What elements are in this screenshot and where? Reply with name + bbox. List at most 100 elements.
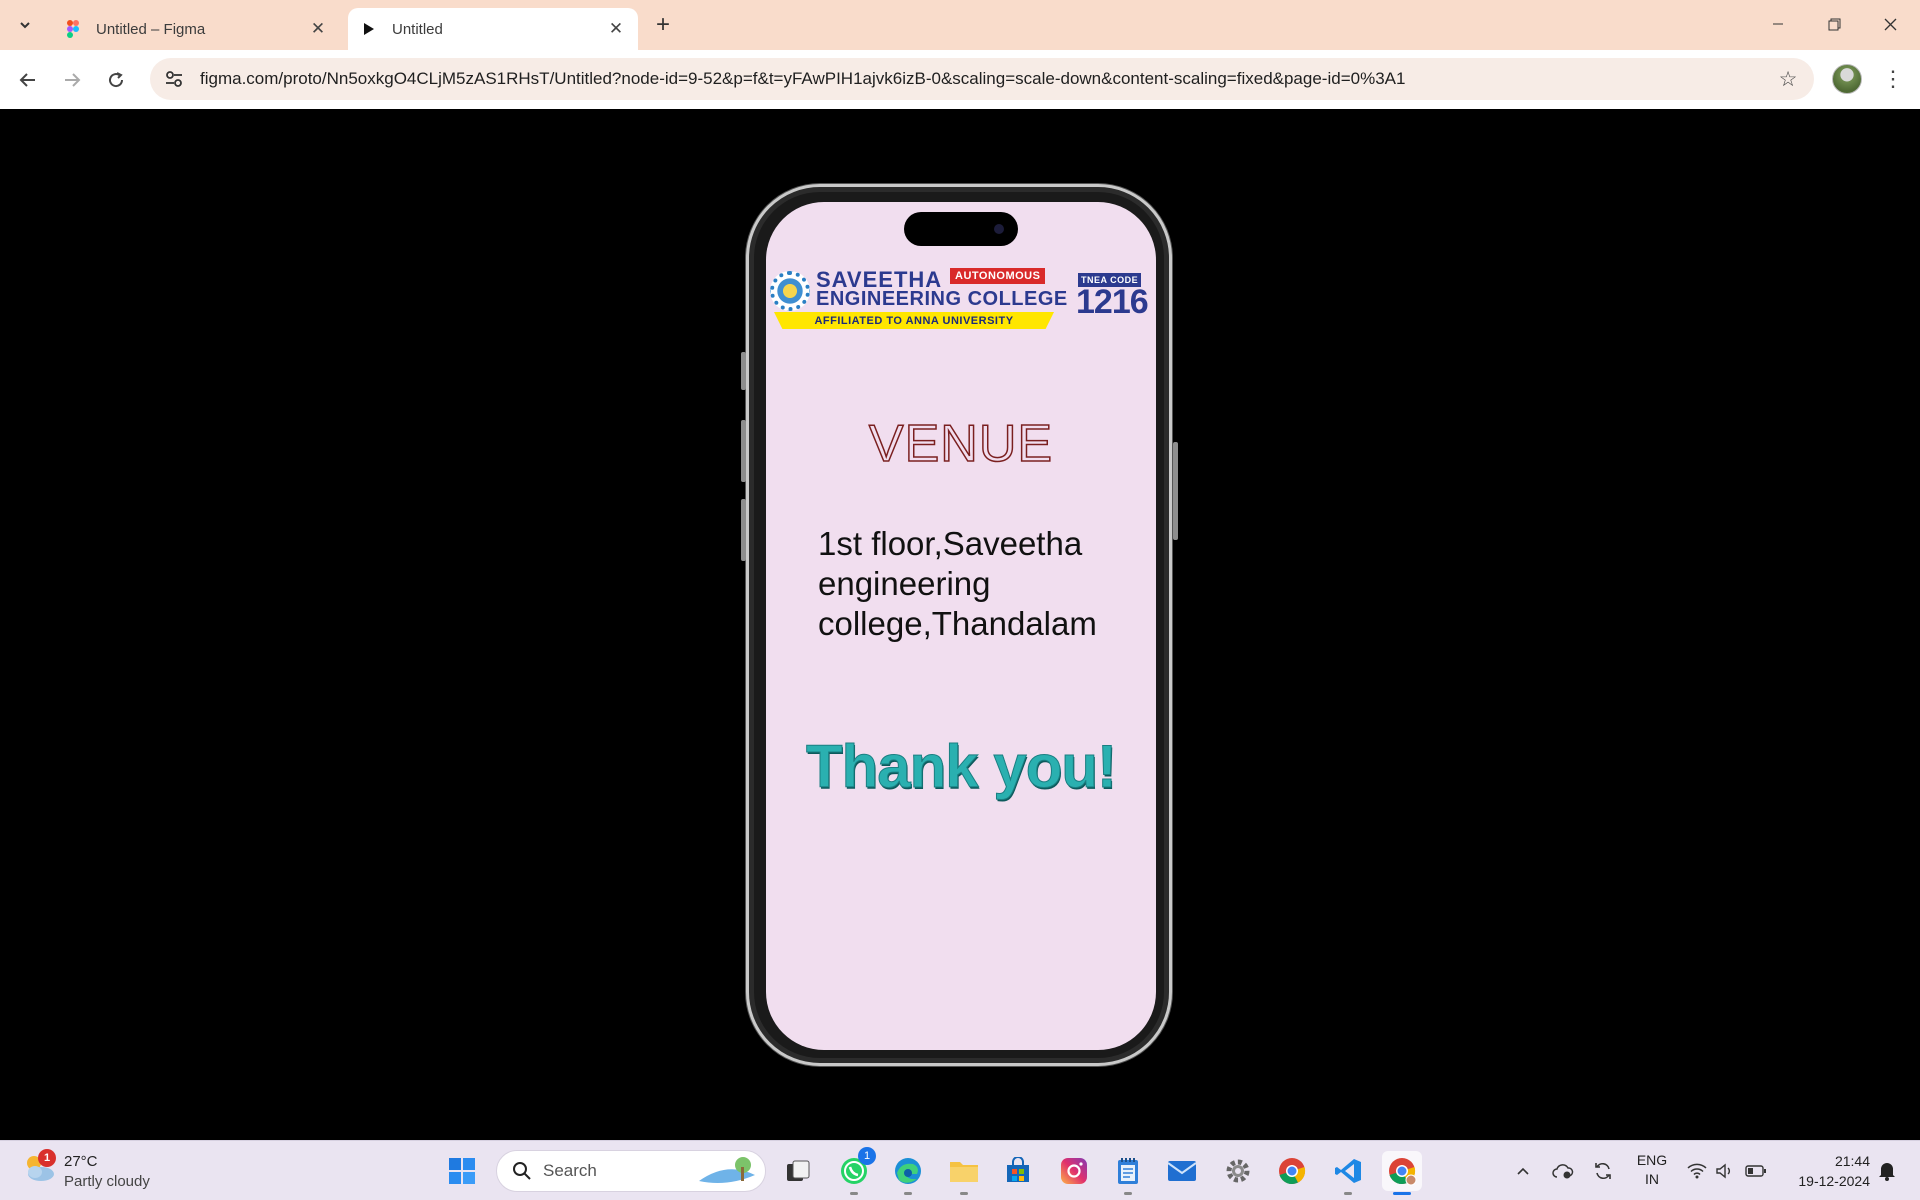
edge-icon xyxy=(895,1158,921,1184)
chrome-icon xyxy=(1279,1158,1306,1185)
figma-icon xyxy=(64,20,82,38)
gear-icon xyxy=(1226,1159,1250,1183)
minimize-button[interactable] xyxy=(1750,0,1806,48)
task-view-icon xyxy=(787,1160,810,1181)
app-running-indicator xyxy=(960,1192,968,1195)
task-view-button[interactable] xyxy=(778,1151,818,1191)
settings-app[interactable] xyxy=(1218,1151,1258,1191)
url-text[interactable]: figma.com/proto/Nn5oxkgO4CLjM5zAS1RHsT/U… xyxy=(200,69,1768,89)
mail-icon xyxy=(1167,1161,1197,1181)
bookmark-star-icon[interactable]: ☆ xyxy=(1768,58,1808,100)
mail-app[interactable] xyxy=(1162,1151,1202,1191)
instagram-app[interactable] xyxy=(1054,1151,1094,1191)
college-name-line2: ENGINEERING COLLEGE xyxy=(816,288,1068,310)
phone-side-button xyxy=(741,420,746,482)
app-running-indicator xyxy=(850,1192,858,1195)
college-logo: SAVEETHA AUTONOMOUS ENGINEERING COLLEGE … xyxy=(770,267,1152,333)
sync-icon xyxy=(1595,1163,1611,1179)
tnea-code-number: 1216 xyxy=(1076,283,1149,321)
phone-side-button xyxy=(741,499,746,561)
wifi-icon xyxy=(1687,1163,1707,1179)
restore-button[interactable] xyxy=(1806,0,1862,48)
close-tab-icon[interactable]: ✕ xyxy=(306,17,330,41)
sync-tray-button[interactable] xyxy=(1588,1151,1618,1191)
address-bar[interactable]: figma.com/proto/Nn5oxkgO4CLjM5zAS1RHsT/U… xyxy=(150,58,1814,100)
edge-app[interactable] xyxy=(888,1151,928,1195)
browser-menu-icon[interactable]: ⋮ xyxy=(1878,64,1908,94)
close-window-button[interactable] xyxy=(1862,0,1918,48)
search-highlight-art-icon xyxy=(699,1157,755,1183)
restore-icon xyxy=(1828,18,1840,30)
taskbar-search[interactable]: Search xyxy=(496,1150,766,1192)
dynamic-island xyxy=(904,212,1018,246)
chevron-down-icon xyxy=(20,22,30,29)
battery-tray-button[interactable] xyxy=(1742,1151,1770,1191)
weather-widget[interactable]: 1 27°C Partly cloudy xyxy=(22,1149,192,1193)
thank-you-text: Thank you! xyxy=(805,733,1117,801)
bell-icon xyxy=(1879,1163,1895,1181)
chrome-app-active[interactable] xyxy=(1382,1151,1422,1195)
app-running-indicator xyxy=(1124,1192,1132,1195)
notepad-icon xyxy=(1118,1158,1138,1184)
minimize-icon xyxy=(1773,23,1783,25)
tab-title: Untitled xyxy=(392,20,443,38)
weather-condition: Partly cloudy xyxy=(64,1173,150,1190)
browser-tab-strip: Untitled – Figma ✕ Untitled ✕ + xyxy=(0,0,1920,50)
start-button[interactable] xyxy=(442,1151,482,1191)
tab-figma-editor[interactable]: Untitled – Figma ✕ xyxy=(52,8,340,50)
region-code: IN xyxy=(1645,1171,1659,1187)
clock-date: 19-12-2024 xyxy=(1798,1173,1870,1189)
browser-toolbar: figma.com/proto/Nn5oxkgO4CLjM5zAS1RHsT/U… xyxy=(0,50,1920,109)
reload-icon xyxy=(109,72,124,88)
vscode-icon xyxy=(1335,1159,1361,1183)
language-code: ENG xyxy=(1636,1152,1668,1168)
windows-logo-icon xyxy=(449,1158,475,1184)
microsoft-store-app[interactable] xyxy=(998,1151,1038,1191)
venue-address: 1st floor,Saveetha engineering college,T… xyxy=(818,525,1097,642)
chrome-app[interactable] xyxy=(1272,1151,1312,1191)
affiliation-banner: AFFILIATED TO ANNA UNIVERSITY xyxy=(774,312,1054,329)
instagram-icon xyxy=(1061,1158,1087,1184)
site-settings-icon[interactable] xyxy=(154,58,194,100)
clock-time: 21:44 xyxy=(1834,1153,1870,1169)
tab-prototype[interactable]: Untitled ✕ xyxy=(348,8,638,50)
phone-power-button xyxy=(1173,442,1178,540)
close-icon xyxy=(1884,18,1896,30)
chevron-up-icon xyxy=(1517,1167,1529,1175)
prototype-viewport: SAVEETHA AUTONOMOUS ENGINEERING COLLEGE … xyxy=(0,109,1920,1140)
onedrive-tray-button[interactable] xyxy=(1548,1151,1578,1191)
weather-notification-badge: 1 xyxy=(38,1149,56,1167)
windows-taskbar: 1 27°C Partly cloudy Search 1 ENG IN 21:… xyxy=(0,1140,1920,1200)
whatsapp-app[interactable]: 1 xyxy=(834,1147,876,1195)
search-icon xyxy=(511,1160,533,1182)
app-running-indicator xyxy=(1344,1192,1352,1195)
vscode-app[interactable] xyxy=(1328,1151,1368,1195)
whatsapp-badge: 1 xyxy=(858,1147,876,1165)
phone-frame: SAVEETHA AUTONOMOUS ENGINEERING COLLEGE … xyxy=(741,184,1178,1066)
tab-search-button[interactable] xyxy=(10,10,40,40)
volume-tray-button[interactable] xyxy=(1712,1151,1738,1191)
wifi-tray-button[interactable] xyxy=(1684,1151,1710,1191)
forward-button[interactable] xyxy=(56,64,88,96)
venue-heading: VENUE xyxy=(868,414,1054,474)
battery-icon xyxy=(1745,1165,1766,1177)
reload-button[interactable] xyxy=(100,64,132,96)
back-button[interactable] xyxy=(12,64,44,96)
prototype-screen[interactable]: SAVEETHA AUTONOMOUS ENGINEERING COLLEGE … xyxy=(766,202,1156,1050)
new-tab-button[interactable]: + xyxy=(648,10,678,40)
show-hidden-icons-button[interactable] xyxy=(1508,1151,1538,1191)
system-clock[interactable]: 21:44 19-12-2024 xyxy=(1774,1151,1870,1191)
profile-avatar[interactable] xyxy=(1832,64,1862,94)
notifications-button[interactable] xyxy=(1872,1151,1902,1191)
file-explorer-app[interactable] xyxy=(944,1151,984,1195)
notepad-app[interactable] xyxy=(1108,1151,1148,1195)
arrow-left-icon xyxy=(19,73,35,87)
tab-title: Untitled – Figma xyxy=(96,20,206,38)
folder-icon xyxy=(950,1162,978,1182)
store-icon xyxy=(1007,1157,1029,1182)
app-active-indicator xyxy=(1393,1192,1411,1195)
weather-temperature: 27°C xyxy=(64,1153,98,1170)
close-tab-icon[interactable]: ✕ xyxy=(604,17,628,41)
input-language-indicator[interactable]: ENG IN xyxy=(1632,1151,1672,1189)
cloud-sync-icon xyxy=(1552,1164,1574,1179)
